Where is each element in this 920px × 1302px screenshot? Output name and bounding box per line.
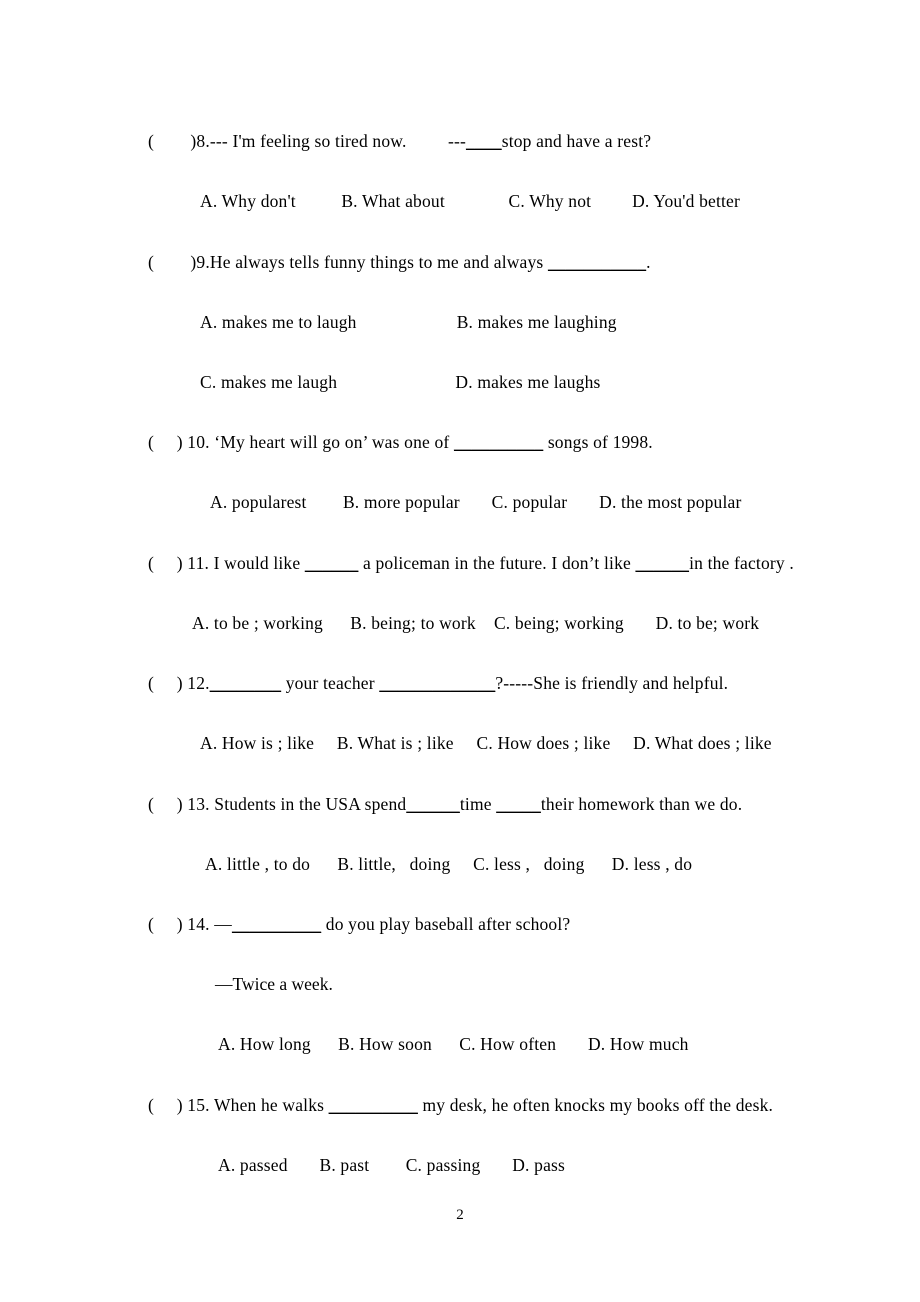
question-12-marker: ( ) 12.: [148, 673, 210, 693]
question-8-marker: ( )8.: [148, 131, 210, 151]
exam-page: ( )8.--- I'm feeling so tired now. ---__…: [0, 0, 920, 1302]
question-13-tail-text: their homework than we do.: [540, 794, 743, 814]
question-15-stem: ( ) 15. When he walks __________ my desk…: [148, 1095, 774, 1115]
question-11-stem: ( ) 11. I would like ______ a policeman …: [148, 553, 794, 573]
question-11-tail-text: in the factory .: [689, 553, 794, 573]
question-10-stem-text: ‘My heart will go on’ was one of: [214, 432, 450, 452]
question-13-blank-1: ______: [406, 794, 460, 814]
question-9-stem: ( )9.He always tells funny things to me …: [148, 252, 651, 272]
question-10-blank: __________: [454, 432, 544, 452]
question-13-mid-text: time: [459, 794, 492, 814]
question-15-stem-text: When he walks: [209, 1095, 325, 1115]
question-11-blank-1: ______: [304, 553, 359, 573]
question-8-dash: ---: [448, 131, 467, 151]
question-12-stem: ( ) 12.________ your teacher ___________…: [148, 673, 729, 693]
question-11-options: A. to be ; working B. being; to work C. …: [192, 613, 760, 633]
question-11-marker: ( ) 11.: [148, 553, 210, 573]
question-9-marker: ( )9.: [148, 252, 210, 272]
question-10-stem: ( ) 10. ‘My heart will go on’ was one of…: [148, 432, 653, 452]
question-15-tail-text: my desk, he often knocks my books off th…: [422, 1095, 774, 1115]
question-14-blank: __________: [231, 914, 322, 934]
question-12-mid-text: your teacher: [285, 673, 375, 693]
page-number: 2: [456, 1207, 464, 1223]
question-12-blank-2: _____________: [379, 673, 496, 693]
question-13-stem: ( ) 13. Students in the USA spend______t…: [148, 794, 743, 814]
question-9-tail-text: .: [646, 252, 651, 272]
question-11-stem-text: I would like: [213, 553, 301, 573]
question-14-tail-text: do you play baseball after school?: [325, 914, 571, 934]
question-14-marker: ( ) 14.: [148, 914, 210, 934]
question-10-tail-text: songs of 1998.: [547, 432, 653, 452]
question-14-options: A. How long B. How soon C. How often D. …: [218, 1034, 689, 1054]
question-15-blank: __________: [328, 1095, 418, 1115]
question-9-blank: ___________: [547, 252, 647, 272]
question-8-stem-tail: ---____stop and have a rest?: [448, 131, 652, 151]
question-15-marker: ( ) 15.: [148, 1095, 210, 1115]
question-12-blank-1: ________: [209, 673, 282, 693]
question-10-options: A. popularest B. more popular C. popular…: [210, 492, 742, 512]
question-11-mid-text: a policeman in the future. I don’t like: [362, 553, 631, 573]
question-13-options: A. little , to do B. little, doing C. le…: [205, 854, 693, 874]
question-10-marker: ( ) 10.: [148, 432, 210, 452]
question-14-dash: —: [214, 914, 232, 934]
question-11-blank-2: ______: [635, 553, 690, 573]
question-12-options: A. How is ; like B. What is ; like C. Ho…: [200, 733, 772, 753]
question-9-options-line-2: C. makes me laugh D. makes me laughs: [200, 372, 601, 392]
question-14-stem: ( ) 14. —__________ do you play baseball…: [148, 914, 571, 934]
question-9-options-line-1: A. makes me to laugh B. makes me laughin…: [200, 312, 617, 332]
question-8-options: A. Why don't B. What about C. Why not D.…: [200, 191, 740, 211]
question-9-stem-text: He always tells funny things to me and a…: [209, 252, 544, 272]
question-12-tail-text: ?-----She is friendly and helpful.: [495, 673, 729, 693]
question-14-answer-line: —Twice a week.: [215, 974, 333, 994]
question-15-options: A. passed B. past C. passing D. pass: [218, 1155, 565, 1175]
question-8-tail-text: stop and have a rest?: [501, 131, 652, 151]
question-8-stem-text: --- I'm feeling so tired now.: [209, 131, 407, 151]
question-8-stem: ( )8.--- I'm feeling so tired now.: [148, 131, 407, 151]
question-8-blank: ____: [466, 131, 502, 151]
question-13-stem-text: Students in the USA spend: [214, 794, 407, 814]
question-13-blank-2: _____: [496, 794, 541, 814]
question-13-marker: ( ) 13.: [148, 794, 210, 814]
